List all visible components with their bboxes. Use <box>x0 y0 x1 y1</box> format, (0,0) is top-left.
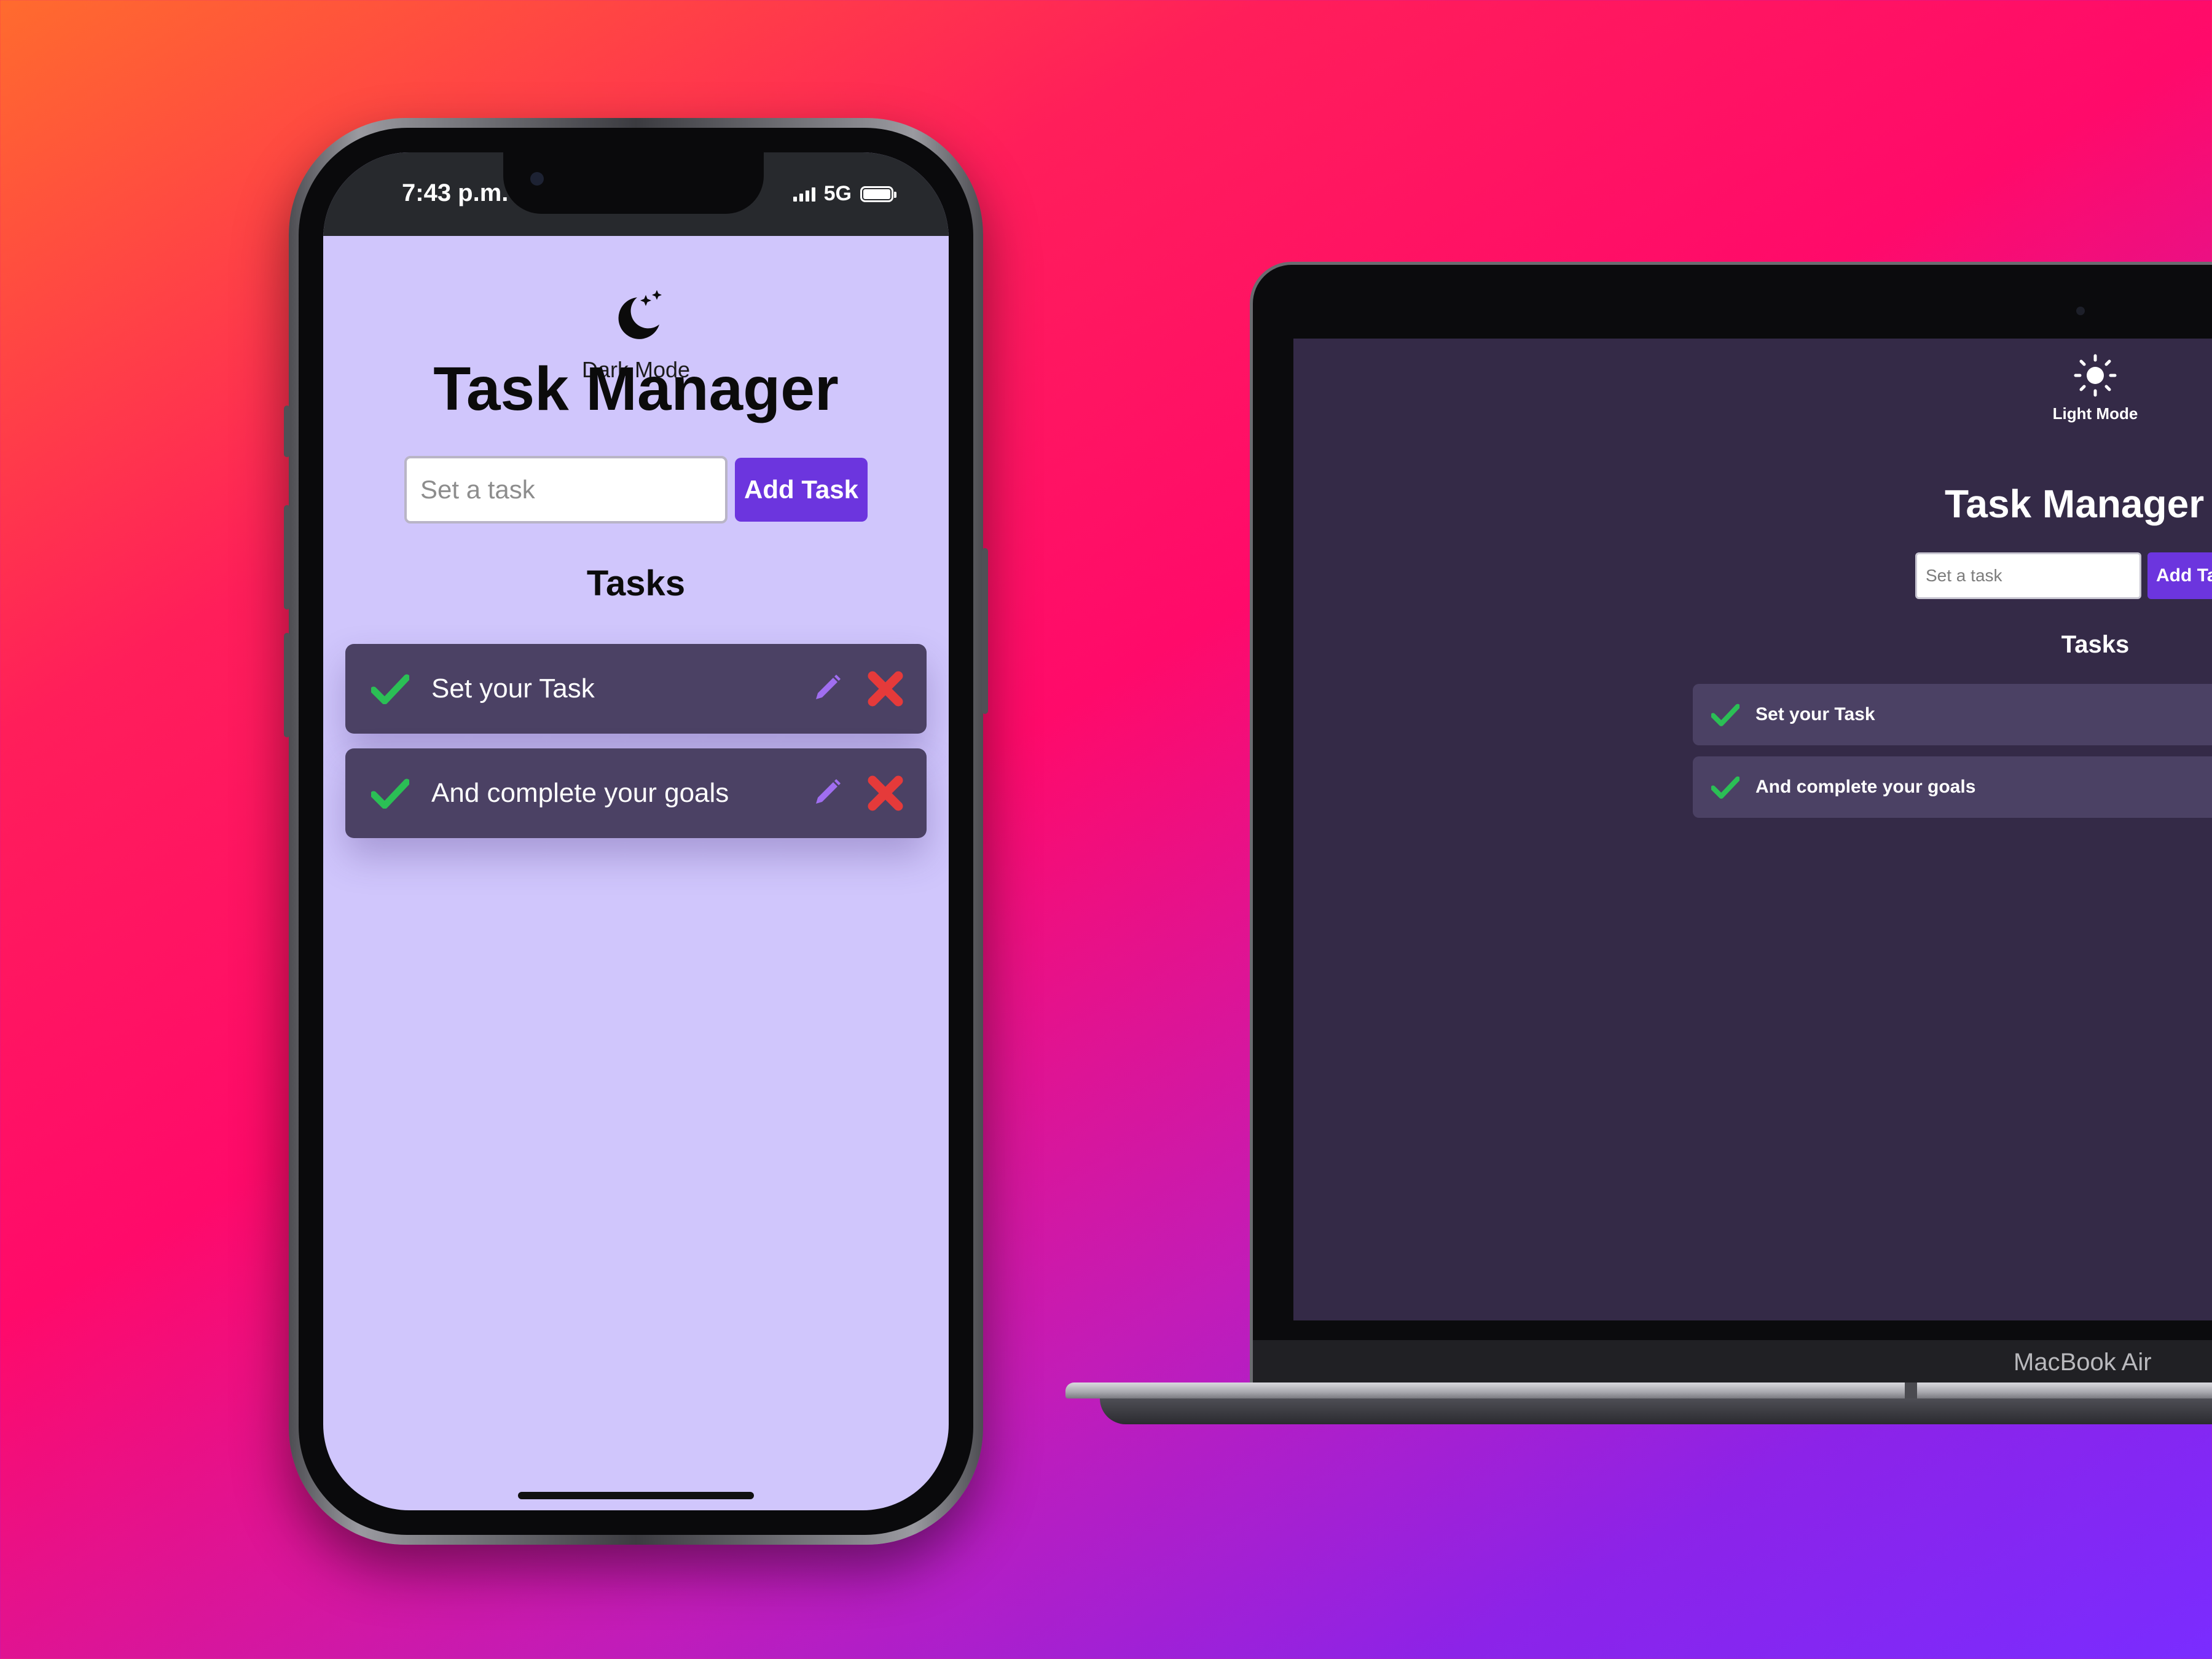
phone-bezel: 7:43 p.m. 5G Dark Mode Task Manager Set … <box>299 128 973 1535</box>
laptop-hinge-notch <box>1905 1382 1917 1398</box>
front-camera <box>530 172 544 186</box>
task-input[interactable] <box>404 456 728 524</box>
task-item: And complete your goals <box>345 748 927 838</box>
add-task-button[interactable]: Add Task <box>735 458 868 522</box>
mode-toggle-label: Light Mode <box>2052 404 2138 423</box>
edit-icon[interactable] <box>810 777 843 810</box>
task-item: Set your Task <box>345 644 927 734</box>
laptop-base <box>1065 1382 2212 1398</box>
light-mode-toggle[interactable]: Light Mode <box>2049 353 2141 423</box>
page-title: Task Manager <box>1945 482 2205 526</box>
check-icon[interactable] <box>1711 703 1739 726</box>
check-icon[interactable] <box>371 673 409 704</box>
task-list: Set your Task And complete your goals <box>345 644 927 853</box>
power-button <box>982 548 988 714</box>
check-icon[interactable] <box>1711 775 1739 799</box>
task-text: Set your Task <box>431 673 595 704</box>
phone-mockup: 7:43 p.m. 5G Dark Mode Task Manager Set … <box>284 118 988 1545</box>
task-text: And complete your goals <box>1755 777 1976 797</box>
laptop-camera <box>2076 307 2085 315</box>
edit-icon[interactable] <box>810 672 843 705</box>
task-list: Set your Task And complete your goals <box>1693 684 2212 829</box>
laptop-screen: Light Mode Task Manager Add Task Tasks S… <box>1293 339 2212 1320</box>
network-label: 5G <box>823 182 852 205</box>
page-title: Task Manager <box>433 355 839 423</box>
task-text: Set your Task <box>1755 704 1875 724</box>
delete-icon[interactable] <box>866 774 904 812</box>
status-indicators: 5G <box>793 182 896 206</box>
laptop-underside <box>1100 1398 2212 1424</box>
task-input[interactable] <box>1915 552 2141 599</box>
task-form: Add Task <box>1915 552 2212 599</box>
phone-notch <box>503 152 764 214</box>
silent-switch <box>284 406 290 457</box>
signal-icon <box>793 187 815 202</box>
laptop-mockup: Light Mode Task Manager Add Task Tasks S… <box>1250 262 2212 1394</box>
task-item: Set your Task <box>1693 684 2212 745</box>
task-text: And complete your goals <box>431 778 729 808</box>
add-task-button[interactable]: Add Task <box>2147 552 2212 599</box>
task-form: Add Task <box>323 456 949 524</box>
laptop-brand-label: MacBook Air <box>2014 1349 2152 1376</box>
sun-icon <box>2074 354 2117 397</box>
phone-screen: 7:43 p.m. 5G Dark Mode Task Manager Set … <box>323 152 949 1510</box>
check-icon[interactable] <box>371 778 409 809</box>
status-time: 7:43 p.m. <box>402 179 509 206</box>
battery-icon <box>860 186 896 202</box>
moon-stars-icon <box>618 290 662 339</box>
tasks-heading: Tasks <box>586 563 686 603</box>
task-item: And complete your goals <box>1693 756 2212 818</box>
tasks-heading: Tasks <box>2061 631 2130 658</box>
volume-down-button <box>284 633 290 737</box>
volume-up-button <box>284 505 290 610</box>
home-indicator <box>518 1492 754 1499</box>
delete-icon[interactable] <box>866 670 904 708</box>
status-bar: 7:43 p.m. 5G <box>323 152 949 236</box>
